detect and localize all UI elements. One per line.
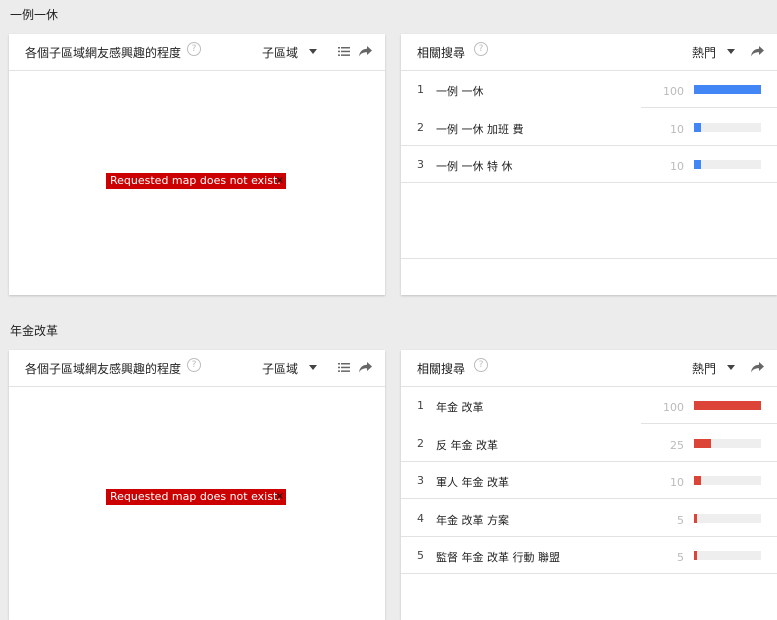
query-term-link[interactable]: 年金 改革 [436,399,484,415]
row-rank: 1 [417,83,424,96]
map-error-message: Requested map does not exist. × [106,173,286,189]
share-icon[interactable] [359,45,372,57]
related-query-row[interactable]: 5 監督 年金 改革 行動 聯盟 5 [401,537,777,574]
value-bar [694,551,698,560]
card-title: 相關搜尋 [417,46,466,60]
value-bar [694,513,698,523]
card-header: 各個子區域網友感興趣的程度 ? 子區域 [9,34,385,71]
query-value: 100 [663,85,684,98]
query-term-link[interactable]: 年金 改革 方案 [436,512,509,528]
row-rank: 2 [417,120,424,134]
chevron-down-icon[interactable] [309,365,317,370]
card-footer-divider [401,258,777,259]
query-term-link[interactable]: 監督 年金 改革 行動 聯盟 [436,549,560,565]
value-bar-track [694,160,761,169]
value-bar [694,476,701,485]
query-term-link[interactable]: 一例 一休 特 休 [436,158,513,174]
query-term-link[interactable]: 一例 一休 [436,83,484,99]
subregion-map-card: 各個子區域網友感興趣的程度 ? 子區域 Requested map does n… [9,34,385,295]
related-queries-card: 相關搜尋 ? 熱門 1 年金 改革 100 2 反 年金 改革 25 3 軍人 年金 改革 10… [401,350,777,620]
chevron-down-icon[interactable] [309,49,317,54]
list-icon[interactable] [338,363,350,372]
query-value: 25 [670,438,684,452]
related-queries-card: 相關搜尋 ? 熱門 1 一例 一休 100 2 一例 一休 加班 費 10 3 一例 一休 特… [401,34,777,295]
value-bar [694,122,701,132]
query-term-link[interactable]: 軍人 年金 改革 [436,474,509,490]
map-error-message: Requested map does not exist. × [106,489,286,505]
card-title: 相關搜尋 [417,362,466,376]
value-bar [694,85,761,94]
value-bar-track [694,85,761,94]
related-query-row[interactable]: 2 一例 一休 加班 費 10 [401,109,777,146]
related-query-row[interactable]: 3 一例 一休 特 休 10 [401,146,777,183]
card-title: 各個子區域網友感興趣的程度 [25,362,182,376]
list-icon[interactable] [338,47,350,56]
help-icon[interactable]: ? [474,358,488,372]
query-value: 10 [670,476,684,489]
row-rank: 2 [417,436,424,450]
value-bar [694,160,701,169]
related-query-row[interactable]: 1 一例 一休 100 [401,71,777,108]
row-rank: 3 [417,474,424,487]
help-icon[interactable]: ? [474,42,488,56]
map-error-text: Requested map does not exist. [110,174,281,187]
share-icon[interactable] [751,361,764,373]
related-query-row[interactable]: 2 反 年金 改革 25 [401,425,777,462]
card-title: 各個子區域網友感興趣的程度 [25,46,182,60]
query-value: 10 [670,160,684,173]
row-rank: 3 [417,158,424,171]
value-bar-track [694,551,761,560]
help-icon[interactable]: ? [187,358,201,372]
help-icon[interactable]: ? [187,42,201,56]
section-title: 年金改革 [10,324,59,338]
close-icon[interactable]: × [276,489,284,505]
value-bar-track [694,122,761,132]
card-header: 相關搜尋 ? 熱門 [401,350,777,387]
related-query-row[interactable]: 1 年金 改革 100 [401,387,777,424]
query-value: 100 [663,401,684,414]
row-divider [401,182,777,183]
query-term-link[interactable]: 一例 一休 加班 費 [436,121,524,137]
sort-dropdown[interactable]: 熱門 [692,360,716,377]
card-header: 各個子區域網友感興趣的程度 ? 子區域 [9,350,385,387]
subregion-map-card: 各個子區域網友感興趣的程度 ? 子區域 Requested map does n… [9,350,385,620]
sort-dropdown[interactable]: 熱門 [692,44,716,61]
value-bar-track [694,438,761,448]
share-icon[interactable] [359,361,372,373]
value-bar [694,401,761,410]
region-dropdown[interactable]: 子區域 [262,360,298,377]
row-rank: 4 [417,511,424,525]
query-value: 5 [677,551,684,564]
close-icon[interactable]: × [276,173,284,189]
row-rank: 1 [417,399,424,412]
value-bar-track [694,513,761,523]
query-term-link[interactable]: 反 年金 改革 [436,437,498,453]
value-bar [694,438,711,448]
related-query-row[interactable]: 4 年金 改革 方案 5 [401,500,777,537]
card-header: 相關搜尋 ? 熱門 [401,34,777,71]
chevron-down-icon[interactable] [727,49,735,54]
query-value: 10 [670,122,684,136]
value-bar-track [694,401,761,410]
section-title: 一例一休 [10,8,59,22]
share-icon[interactable] [751,45,764,57]
query-value: 5 [677,513,684,527]
row-divider [401,573,777,574]
related-query-row[interactable]: 3 軍人 年金 改革 10 [401,462,777,499]
row-rank: 5 [417,549,424,562]
map-error-text: Requested map does not exist. [110,490,281,503]
value-bar-track [694,476,761,485]
region-dropdown[interactable]: 子區域 [262,44,298,61]
chevron-down-icon[interactable] [727,365,735,370]
